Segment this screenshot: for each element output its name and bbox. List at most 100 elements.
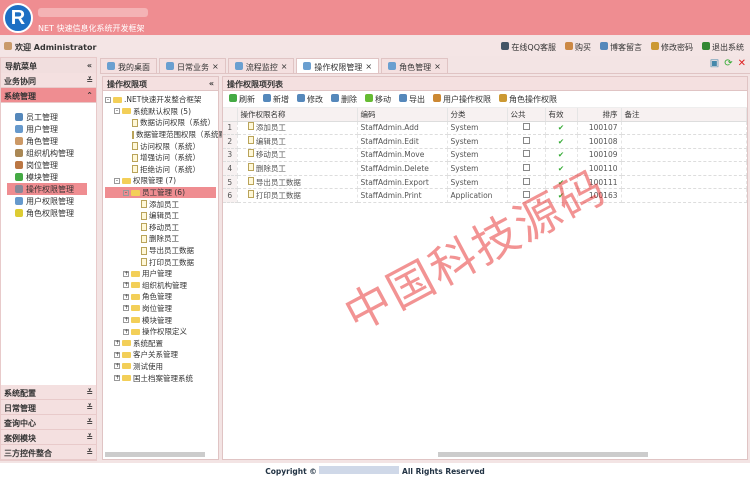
topbar-link[interactable]: 退出系统 — [702, 42, 744, 53]
table-row[interactable]: 1 添加员工 StaffAdmin.Add System ✔ 100107 — [223, 121, 747, 136]
nav-group[interactable]: 日常管理 ≚ — [1, 400, 96, 415]
nav-item[interactable]: 模块管理 — [13, 171, 96, 183]
expand-toggle-icon[interactable]: + — [123, 328, 129, 335]
scrollbar[interactable] — [438, 452, 648, 457]
tab-close-icon[interactable]: × — [281, 62, 288, 71]
column-header[interactable]: 编码 — [357, 108, 448, 122]
nav-item[interactable]: 用户管理 — [13, 123, 96, 135]
tab[interactable]: 流程监控 × — [227, 58, 295, 73]
tree-node[interactable]: 移动员工 — [105, 222, 216, 234]
collapse-icon[interactable]: « — [87, 61, 92, 70]
column-header[interactable]: 操作权限名称 — [237, 108, 358, 122]
tree-node[interactable]: 编辑员工 — [105, 210, 216, 222]
column-header[interactable]: 备注 — [621, 108, 747, 122]
tree-node[interactable]: + 操作权限定义 — [105, 326, 216, 338]
tab-close-icon[interactable]: × — [212, 62, 219, 71]
expand-icon[interactable]: ≚ — [86, 433, 93, 442]
topbar-link[interactable]: 修改密码 — [651, 42, 693, 53]
expand-icon[interactable]: ≚ — [86, 418, 93, 427]
expand-toggle-icon[interactable]: + — [123, 270, 129, 277]
expand-toggle-icon[interactable]: + — [114, 340, 120, 347]
public-checkbox[interactable] — [522, 191, 530, 199]
table-row[interactable]: 2 编辑员工 StaffAdmin.Edit System ✔ 100108 — [223, 134, 747, 149]
public-checkbox[interactable] — [522, 177, 530, 185]
expand-toggle-icon[interactable]: + — [114, 351, 120, 358]
expand-toggle-icon[interactable]: - — [123, 189, 129, 196]
toolbar-button[interactable]: 刷新 — [229, 94, 255, 104]
refresh-icon[interactable]: ⟳ — [724, 58, 732, 69]
expand-icon[interactable]: ≚ — [86, 448, 93, 457]
tree-node[interactable]: - 员工管理 (6) — [105, 186, 216, 199]
tree-node[interactable]: + 组织机构管理 — [105, 280, 216, 292]
expand-toggle-icon[interactable]: - — [114, 108, 120, 115]
expand-toggle-icon[interactable]: - — [114, 177, 120, 184]
tree-node[interactable]: 删除员工 — [105, 233, 216, 245]
toolbar-button[interactable]: 移动 — [365, 94, 391, 104]
table-row[interactable]: 4 删除员工 StaffAdmin.Delete System ✔ 100110 — [223, 161, 747, 176]
tree-node[interactable]: 添加员工 — [105, 198, 216, 210]
tree-node[interactable]: 增强访问（系统） — [105, 152, 216, 164]
tree-node[interactable]: - 系统默认权限 (5) — [105, 106, 216, 118]
column-header[interactable]: 有效 — [545, 108, 578, 122]
tree-node[interactable]: 打印员工数据 — [105, 256, 216, 268]
expand-toggle-icon[interactable]: + — [114, 375, 120, 382]
expand-toggle-icon[interactable]: + — [123, 317, 129, 324]
expand-toggle-icon[interactable]: + — [123, 293, 129, 300]
tab-close-icon[interactable]: × — [434, 62, 441, 71]
column-header[interactable]: 分类 — [447, 108, 508, 122]
scrollbar[interactable] — [105, 452, 205, 457]
expand-icon[interactable]: ≚ — [86, 388, 93, 397]
close-icon[interactable]: ✕ — [738, 58, 746, 69]
tree-node[interactable]: + 测试使用 — [105, 361, 216, 373]
tab-close-icon[interactable]: × — [365, 62, 372, 71]
toolbar-button[interactable]: 用户操作权限 — [433, 94, 491, 104]
public-checkbox[interactable] — [522, 136, 530, 144]
tab[interactable]: 我的桌面 — [100, 58, 157, 73]
nav-item[interactable]: 角色权限管理 — [13, 207, 96, 219]
tree-node[interactable]: 访问权限（系统） — [105, 140, 216, 152]
tree-node[interactable]: 拒绝访问（系统） — [105, 164, 216, 176]
window-icon[interactable]: ▣ — [710, 58, 719, 69]
toolbar-button[interactable]: 角色操作权限 — [499, 94, 557, 104]
topbar-link[interactable]: 博客留言 — [600, 42, 642, 53]
nav-item[interactable]: 岗位管理 — [13, 159, 96, 171]
toolbar-button[interactable]: 导出 — [399, 94, 425, 104]
toolbar-button[interactable]: 删除 — [331, 94, 357, 104]
tree-node[interactable]: + 岗位管理 — [105, 303, 216, 315]
nav-item[interactable]: 操作权限管理 — [7, 183, 87, 195]
expand-toggle-icon[interactable]: + — [123, 305, 129, 312]
tree-node[interactable]: 数据管理范围权限（系统默认） — [105, 129, 241, 141]
column-header[interactable]: 排序 — [577, 108, 622, 122]
nav-group[interactable]: 案例模块 ≚ — [1, 430, 96, 445]
nav-item[interactable]: 员工管理 — [13, 111, 96, 123]
public-checkbox[interactable] — [522, 123, 530, 131]
tab[interactable]: 操作权限管理 × — [296, 58, 380, 73]
toolbar-button[interactable]: 新增 — [263, 94, 289, 104]
topbar-link[interactable]: 购买 — [565, 42, 591, 53]
nav-group[interactable]: 三方控件整合 ≚ — [1, 445, 96, 460]
expand-icon[interactable]: ≚ — [86, 403, 93, 412]
table-row[interactable]: 3 移动员工 StaffAdmin.Move System ✔ 100109 — [223, 148, 747, 163]
tab[interactable]: 日常业务 × — [159, 58, 226, 73]
tree-node[interactable]: + 系统配置 — [105, 337, 216, 349]
nav-group-business[interactable]: 业务协同 ≚ — [1, 73, 96, 88]
tree-node[interactable]: - 权限管理 (7) — [105, 175, 216, 187]
collapse-icon[interactable]: « — [209, 79, 214, 88]
tree-node[interactable]: + 国土档案管理系统 — [105, 372, 216, 384]
nav-item[interactable]: 用户权限管理 — [13, 195, 96, 207]
nav-group-system[interactable]: 系统管理 ⌃ — [1, 88, 96, 103]
nav-item[interactable]: 组织机构管理 — [13, 147, 96, 159]
tree-node[interactable]: + 角色管理 — [105, 291, 216, 303]
toolbar-button[interactable]: 修改 — [297, 94, 323, 104]
nav-group[interactable]: 查询中心 ≚ — [1, 415, 96, 430]
expand-toggle-icon[interactable]: + — [114, 363, 120, 370]
expand-toggle-icon[interactable]: + — [123, 282, 129, 289]
tree-node[interactable]: 数据访问权限（系统） — [105, 117, 216, 129]
tree-node[interactable]: 导出员工数据 — [105, 245, 216, 257]
table-row[interactable]: 5 导出员工数据 StaffAdmin.Export System ✔ 100111 — [223, 175, 747, 190]
tree-node[interactable]: + 客户关系管理 — [105, 349, 216, 361]
expand-toggle-icon[interactable]: - — [105, 96, 111, 103]
topbar-link[interactable]: 在线QQ客服 — [501, 42, 556, 53]
tree-node[interactable]: + 用户管理 — [105, 268, 216, 280]
public-checkbox[interactable] — [522, 150, 530, 158]
